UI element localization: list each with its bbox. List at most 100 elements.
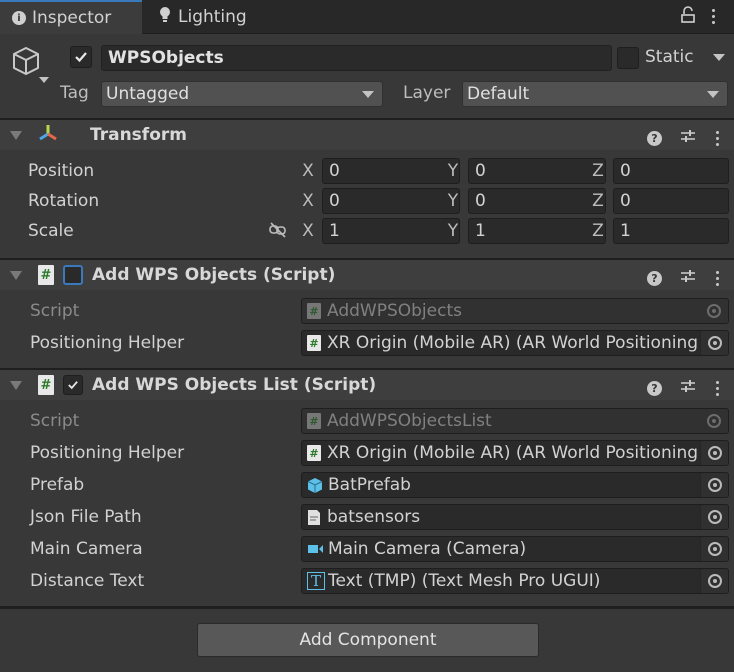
component-menu-icon[interactable] <box>714 130 720 146</box>
component-menu-icon[interactable] <box>714 270 720 286</box>
json-file-path-field[interactable]: batsensors <box>301 504 729 530</box>
field-label-json-file-path: Json File Path <box>30 507 142 527</box>
positioning-helper-field[interactable]: # XR Origin (Mobile AR) (AR World Positi… <box>301 330 729 356</box>
axis-y-label: Y <box>447 221 459 241</box>
transform-header[interactable]: Transform <box>0 120 734 150</box>
more-menu-icon[interactable] <box>710 9 716 24</box>
axis-x-label: X <box>302 221 314 241</box>
field-value: AddWPSObjectsList <box>327 411 492 431</box>
object-picker-button[interactable] <box>700 505 728 529</box>
text-file-icon <box>307 509 321 526</box>
distance-text-field[interactable]: T Text (TMP) (Text Mesh Pro UGUI) <box>301 568 729 594</box>
position-z-input[interactable]: 0 <box>613 158 729 184</box>
target-icon <box>707 336 722 350</box>
field-value: XR Origin (Mobile AR) (AR World Position… <box>327 333 699 353</box>
field-value: BatPrefab <box>328 475 411 495</box>
field-label-script: Script <box>30 301 80 321</box>
layer-value: Default <box>467 84 530 104</box>
position-label: Position <box>28 161 95 181</box>
icon-dropdown-arrow[interactable] <box>39 77 49 83</box>
tmp-text-icon: T <box>307 572 325 590</box>
component-enabled-checkbox[interactable] <box>63 375 83 395</box>
object-name-input[interactable]: WPSObjects <box>101 45 612 71</box>
component-enabled-checkbox[interactable] <box>63 265 83 285</box>
object-picker-button <box>700 299 728 323</box>
presets-icon[interactable] <box>680 268 696 288</box>
static-checkbox[interactable] <box>617 47 639 69</box>
rotation-y-input[interactable]: 0 <box>468 188 606 214</box>
lock-icon[interactable] <box>680 6 696 29</box>
presets-icon[interactable] <box>680 378 696 398</box>
camera-icon <box>307 543 324 555</box>
add-wps-objects-header[interactable]: # Add WPS Objects (Script) <box>0 260 734 290</box>
scale-z-input[interactable]: 1 <box>613 218 729 244</box>
component-header-icons: ? <box>647 378 720 398</box>
static-dropdown-arrow[interactable] <box>713 54 725 61</box>
transform-title: Transform <box>90 125 187 145</box>
object-picker-button[interactable] <box>700 331 728 355</box>
tab-lighting[interactable]: Lighting <box>146 0 259 34</box>
help-icon[interactable]: ? <box>647 130 662 146</box>
static-label: Static <box>645 47 694 67</box>
foldout-arrow-icon[interactable] <box>10 270 22 280</box>
target-icon <box>707 414 721 428</box>
field-value: Text (TMP) (Text Mesh Pro UGUI) <box>328 571 601 591</box>
info-icon: i <box>12 11 26 25</box>
csharp-script-icon: # <box>38 265 54 285</box>
gameobject-cube-icon[interactable] <box>10 45 42 84</box>
prefab-icon <box>307 477 323 494</box>
position-x-input[interactable]: 0 <box>322 158 460 184</box>
object-picker-button[interactable] <box>700 537 728 561</box>
object-picker-button[interactable] <box>700 569 728 593</box>
object-picker-button <box>700 409 728 433</box>
scale-x-input[interactable]: 1 <box>322 218 460 244</box>
script-icon: # <box>307 445 321 461</box>
axis-z-label: Z <box>592 191 604 211</box>
object-picker-button[interactable] <box>700 473 728 497</box>
field-label-positioning-helper: Positioning Helper <box>30 333 185 353</box>
field-label-distance-text: Distance Text <box>30 571 145 591</box>
help-icon[interactable]: ? <box>647 380 662 396</box>
component-header-icons: ? <box>647 268 720 288</box>
script-field: # AddWPSObjects <box>301 298 729 324</box>
target-icon <box>707 574 722 588</box>
rotation-x-input[interactable]: 0 <box>322 188 460 214</box>
prefab-field[interactable]: BatPrefab <box>301 472 729 498</box>
tag-label: Tag <box>60 83 89 103</box>
layer-dropdown[interactable]: Default <box>462 81 728 107</box>
field-value: AddWPSObjects <box>327 301 462 321</box>
active-checkbox[interactable] <box>70 46 92 68</box>
lightbulb-icon <box>158 6 172 29</box>
positioning-helper-field[interactable]: # XR Origin (Mobile AR) (AR World Positi… <box>301 440 729 466</box>
field-label-main-camera: Main Camera <box>30 539 143 559</box>
axis-y-label: Y <box>447 161 459 181</box>
field-value: Main Camera (Camera) <box>328 539 527 559</box>
scale-y-input[interactable]: 1 <box>468 218 606 244</box>
target-icon <box>707 446 722 460</box>
position-y-input[interactable]: 0 <box>468 158 606 184</box>
tag-dropdown[interactable]: Untagged <box>101 81 383 107</box>
field-value: XR Origin (Mobile AR) (AR World Position… <box>327 443 699 463</box>
unlinked-scale-icon[interactable] <box>268 222 288 243</box>
main-camera-field[interactable]: Main Camera (Camera) <box>301 536 729 562</box>
component-menu-icon[interactable] <box>714 380 720 396</box>
tab-inspector[interactable]: i Inspector <box>0 0 142 34</box>
axis-x-label: X <box>302 161 314 181</box>
add-wps-objects-list-header[interactable]: # Add WPS Objects List (Script) <box>0 370 734 400</box>
add-component-button[interactable]: Add Component <box>197 623 539 657</box>
chevron-down-icon <box>362 90 374 98</box>
rotation-z-input[interactable]: 0 <box>613 188 729 214</box>
target-icon <box>707 542 722 556</box>
foldout-arrow-icon[interactable] <box>10 380 22 390</box>
object-picker-button[interactable] <box>700 441 728 465</box>
target-icon <box>707 510 722 524</box>
script-icon: # <box>307 303 321 319</box>
tab-lighting-label: Lighting <box>178 7 247 27</box>
axis-y-label: Y <box>447 191 459 211</box>
rotation-label: Rotation <box>28 191 100 211</box>
csharp-script-icon: # <box>38 375 54 395</box>
help-icon[interactable]: ? <box>647 270 662 286</box>
foldout-arrow-icon[interactable] <box>10 130 22 140</box>
axis-x-label: X <box>302 191 314 211</box>
presets-icon[interactable] <box>680 128 696 148</box>
